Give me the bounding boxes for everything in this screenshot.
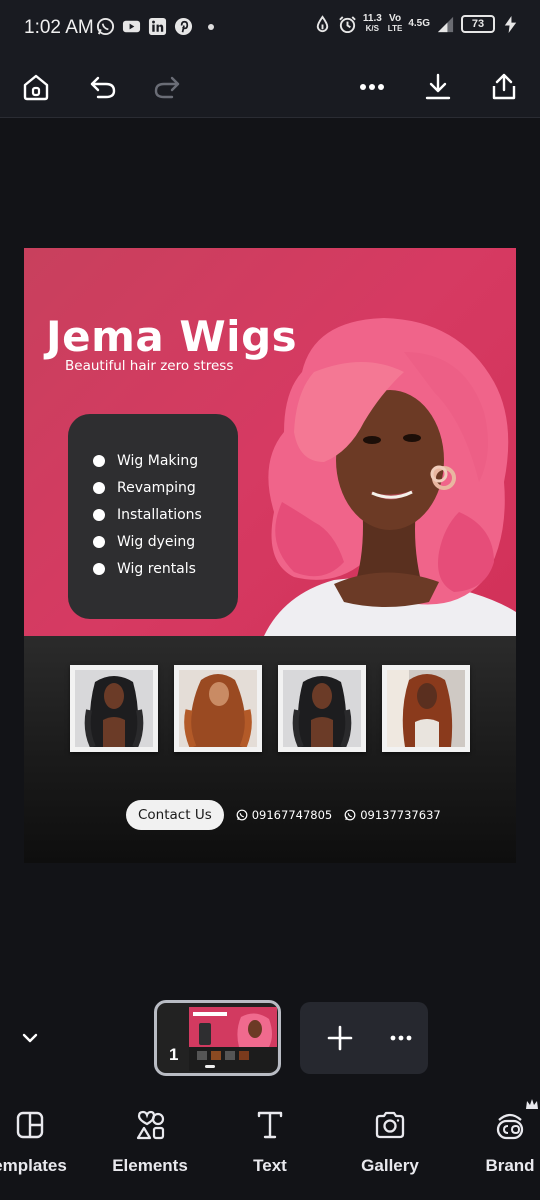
bullet-icon [93, 454, 105, 467]
pinterest-icon [174, 17, 193, 36]
volte-indicator: Vo LTE [387, 13, 403, 34]
templates-icon [16, 1111, 44, 1139]
bullet-icon [93, 535, 105, 548]
design-page[interactable]: Jema Wigs Beautiful hair zero stress Wig… [24, 248, 516, 863]
undo-icon [90, 76, 116, 99]
editor-toolbar [0, 56, 540, 118]
notification-icons [96, 17, 214, 36]
whatsapp-icon [344, 809, 356, 821]
home-button[interactable] [15, 66, 57, 108]
signal-icon [437, 16, 454, 32]
text-icon [257, 1111, 283, 1139]
phone-number-text: 09137737637 [360, 808, 441, 822]
more-notifications-dot [208, 23, 214, 30]
service-item: Wig rentals [93, 555, 238, 582]
more-options-button[interactable] [351, 66, 393, 108]
bottom-navigation: emplates Elements Text Gallery Brand [0, 1088, 540, 1200]
service-item: Revamping [93, 474, 238, 501]
linkedin-icon [148, 17, 167, 36]
nav-item-templates[interactable]: emplates [0, 1108, 85, 1176]
page-thumbnail[interactable]: 1 [154, 1000, 281, 1076]
status-time: 1:02 AM [24, 17, 94, 38]
service-label: Wig Making [117, 452, 199, 469]
download-button[interactable] [417, 66, 459, 108]
collapse-pages-button[interactable] [14, 1024, 46, 1052]
youtube-icon [122, 20, 141, 33]
download-icon [425, 73, 451, 100]
nav-label: Elements [112, 1156, 188, 1175]
service-item: Wig dyeing [93, 528, 238, 555]
alarm-icon [339, 15, 356, 33]
wig-photo-black-1[interactable] [70, 665, 158, 752]
service-item: Installations [93, 501, 238, 528]
service-label: Installations [117, 506, 202, 523]
service-item: Wig Making [93, 447, 238, 474]
whatsapp-icon [236, 809, 248, 821]
add-page-button[interactable] [324, 1022, 356, 1054]
bullet-icon [93, 562, 105, 575]
more-horizontal-icon [360, 84, 384, 90]
brand-title[interactable]: Jema Wigs [46, 312, 297, 361]
nav-label: emplates [0, 1156, 67, 1175]
service-label: Revamping [117, 479, 196, 496]
status-bar: 1:02 AM 11.3 K/S Vo LTE 4.5G 73 [0, 0, 540, 56]
data-saver-icon [316, 14, 329, 32]
nav-item-gallery[interactable]: Gallery [335, 1108, 445, 1176]
nav-item-brand[interactable]: Brand [455, 1108, 540, 1176]
share-icon [492, 73, 516, 100]
contact-row: Contact Us 09167747805 09137737637 [126, 800, 441, 830]
wig-photo-black-2[interactable] [278, 665, 366, 752]
nav-item-elements[interactable]: Elements [95, 1108, 205, 1176]
system-indicators: 11.3 K/S Vo LTE 4.5G 73 [313, 14, 520, 34]
nav-item-text[interactable]: Text [215, 1108, 325, 1176]
page-options-button[interactable] [388, 1026, 414, 1050]
bullet-icon [93, 481, 105, 494]
crown-icon [526, 1099, 538, 1109]
network-speed: 11.3 K/S [362, 13, 382, 34]
add-page-controls [300, 1002, 428, 1074]
page-thumbnail-preview [189, 1007, 277, 1071]
phone-number-text: 09167747805 [251, 808, 333, 822]
brand-icon [496, 1113, 524, 1140]
wig-thumbnails [70, 665, 470, 752]
service-label: Wig dyeing [117, 533, 196, 550]
whatsapp-icon [96, 17, 115, 36]
charging-icon [504, 15, 517, 33]
bullet-icon [93, 508, 105, 521]
redo-button[interactable] [146, 66, 188, 108]
wig-photo-copper-1[interactable] [174, 665, 262, 752]
redo-icon [154, 76, 180, 99]
battery-indicator: 73 [461, 15, 495, 33]
plus-icon [327, 1025, 353, 1051]
undo-button[interactable] [82, 66, 124, 108]
nav-label: Text [253, 1156, 287, 1175]
contact-us-button[interactable]: Contact Us [126, 800, 224, 830]
wig-photo-copper-2[interactable] [382, 665, 470, 752]
phone-number-1[interactable]: 09167747805 [236, 808, 332, 822]
home-icon [23, 74, 49, 101]
nav-label: Gallery [361, 1156, 419, 1175]
service-label: Wig rentals [117, 560, 196, 577]
elements-icon [136, 1110, 165, 1140]
network-type: 4.5G [408, 18, 430, 29]
services-list-box[interactable]: Wig Making Revamping Installations Wig d… [68, 414, 238, 619]
page-number: 1 [169, 1045, 179, 1064]
brand-tagline[interactable]: Beautiful hair zero stress [65, 358, 233, 374]
camera-icon [375, 1111, 405, 1139]
nav-label: Brand [485, 1156, 535, 1175]
chevron-down-icon [22, 1033, 38, 1043]
share-button[interactable] [483, 66, 525, 108]
phone-number-2[interactable]: 09137737637 [344, 808, 441, 822]
more-horizontal-icon [390, 1035, 412, 1041]
